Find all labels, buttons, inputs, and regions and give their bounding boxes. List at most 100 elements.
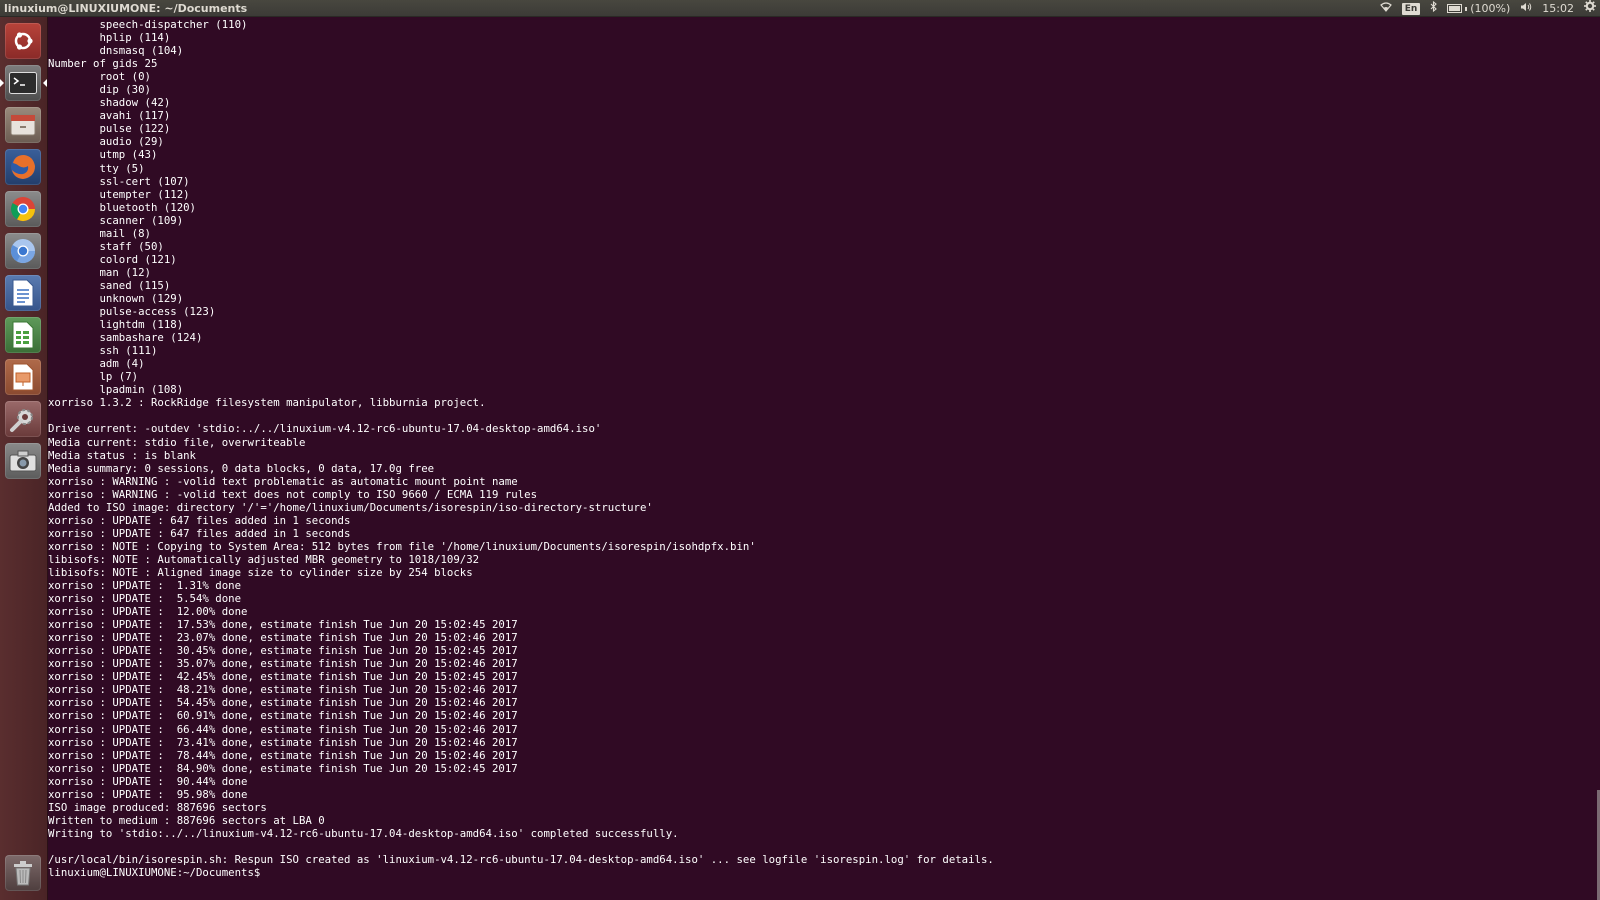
settings-launcher[interactable]: [5, 401, 41, 437]
dash-home-button[interactable]: [5, 23, 41, 59]
chromium-icon: [9, 237, 37, 265]
terminal-line: saned (115): [48, 278, 171, 292]
indicator-area: En (100%) 15:02: [1379, 0, 1596, 17]
terminal-line: xorriso : UPDATE : 12.00% done: [48, 605, 248, 619]
bluetooth-icon[interactable]: [1430, 0, 1438, 17]
battery-icon: [1447, 4, 1463, 13]
writer-launcher[interactable]: [5, 275, 41, 311]
impress-launcher[interactable]: [5, 359, 41, 395]
terminal-line: Media summary: 0 sessions, 0 data blocks…: [48, 461, 435, 475]
terminal-line: avahi (117): [48, 109, 171, 123]
terminal-line: Drive current: -outdev 'stdio:../../linu…: [48, 422, 602, 436]
terminal-line: Written to medium : 887696 sectors at LB…: [48, 813, 325, 827]
terminal-line: xorriso : UPDATE : 54.45% done, estimate…: [48, 696, 518, 710]
wifi-icon[interactable]: [1379, 0, 1392, 17]
volume-icon[interactable]: [1520, 0, 1532, 17]
terminal-line: lpadmin (108): [48, 383, 184, 397]
terminal-line: xorriso : NOTE : Copying to System Area:…: [48, 539, 756, 553]
terminal-line: lightdm (118): [48, 318, 184, 332]
terminal-line: Number of gids 25: [48, 57, 158, 71]
ubuntu-logo-icon: [10, 28, 36, 54]
terminal-line: xorriso : UPDATE : 78.44% done, estimate…: [48, 748, 518, 762]
terminal-line: man (12): [48, 265, 151, 279]
terminal-launcher[interactable]: [5, 65, 41, 101]
terminal-line: xorriso : UPDATE : 23.07% done, estimate…: [48, 631, 518, 645]
camera-launcher[interactable]: [5, 443, 41, 479]
terminal-line: ssh (111): [48, 344, 158, 358]
terminal-line: adm (4): [48, 357, 145, 371]
top-panel: linuxium@LINUXIUMONE: ~/Documents En (10…: [0, 0, 1600, 17]
terminal-line: Media status : is blank: [48, 448, 196, 462]
battery-indicator[interactable]: (100%): [1447, 0, 1510, 17]
terminal-line: utmp (43): [48, 148, 158, 162]
terminal-line: root (0): [48, 70, 151, 84]
terminal-line: xorriso : UPDATE : 35.07% done, estimate…: [48, 657, 518, 671]
terminal-line: xorriso : UPDATE : 60.91% done, estimate…: [48, 709, 518, 723]
camera-icon: [9, 449, 37, 473]
terminal-line: xorriso : UPDATE : 84.90% done, estimate…: [48, 761, 518, 775]
firefox-launcher[interactable]: [5, 149, 41, 185]
chrome-launcher[interactable]: [5, 191, 41, 227]
window-title: linuxium@LINUXIUMONE: ~/Documents: [4, 2, 248, 15]
terminal-line: xorriso : UPDATE : 17.53% done, estimate…: [48, 618, 518, 632]
terminal-line: speech-dispatcher (110): [48, 18, 248, 31]
terminal-icon: [9, 72, 37, 94]
terminal-line: Writing to 'stdio:../../linuxium-v4.12-r…: [48, 826, 679, 840]
terminal-text: speech-dispatcher (110) hplip (114) dnsm…: [48, 18, 1592, 879]
clock[interactable]: 15:02: [1542, 0, 1574, 17]
terminal-line: linuxium@LINUXIUMONE:~/Documents$: [48, 866, 267, 880]
battery-tip: [1465, 6, 1468, 11]
terminal-line: xorriso : UPDATE : 66.44% done, estimate…: [48, 722, 518, 736]
terminal-line: xorriso : UPDATE : 5.54% done: [48, 592, 242, 606]
terminal-line: hplip (114): [48, 31, 171, 45]
terminal-output[interactable]: speech-dispatcher (110) hplip (114) dnsm…: [48, 18, 1592, 900]
terminal-line: xorriso 1.3.2 : RockRidge filesystem man…: [48, 396, 486, 410]
file-cabinet-icon: [10, 113, 36, 137]
terminal-line: xorriso : UPDATE : 647 files added in 1 …: [48, 513, 351, 527]
chrome-icon: [9, 195, 37, 223]
keyboard-layout-indicator[interactable]: En: [1401, 2, 1421, 15]
spreadsheet-icon: [11, 321, 35, 349]
terminal-line: ISO image produced: 887696 sectors: [48, 800, 267, 814]
terminal-line: mail (8): [48, 226, 151, 240]
trash-icon: [12, 860, 34, 886]
trash-launcher[interactable]: [5, 855, 41, 891]
battery-level-fill: [1449, 6, 1461, 11]
terminal-line: sambashare (124): [48, 331, 203, 345]
terminal-line: xorriso : UPDATE : 42.45% done, estimate…: [48, 670, 518, 684]
terminal-line: xorriso : UPDATE : 30.45% done, estimate…: [48, 644, 518, 658]
terminal-line: xorriso : WARNING : -volid text does not…: [48, 487, 538, 501]
terminal-line: utempter (112): [48, 187, 190, 201]
wrench-gear-icon: [9, 405, 37, 433]
presentation-icon: [11, 363, 35, 391]
terminal-line: libisofs: NOTE : Aligned image size to c…: [48, 565, 473, 579]
battery-percent: (100%): [1470, 2, 1511, 15]
terminal-line: Media current: stdio file, overwriteable: [48, 435, 306, 449]
calc-launcher[interactable]: [5, 317, 41, 353]
terminal-line: Added to ISO image: directory '/'='/home…: [48, 500, 653, 514]
terminal-line: shadow (42): [48, 96, 171, 110]
gear-icon[interactable]: [1584, 0, 1596, 17]
terminal-line: bluetooth (120): [48, 200, 196, 214]
unity-launcher: [0, 17, 48, 900]
terminal-line: audio (29): [48, 135, 164, 149]
terminal-line: xorriso : UPDATE : 48.21% done, estimate…: [48, 683, 518, 697]
terminal-line: pulse-access (123): [48, 305, 216, 319]
terminal-line: dip (30): [48, 83, 151, 97]
terminal-line: libisofs: NOTE : Automatically adjusted …: [48, 552, 480, 566]
files-launcher[interactable]: [5, 107, 41, 143]
terminal-scrollbar[interactable]: [1594, 18, 1600, 900]
terminal-line: /usr/local/bin/isorespin.sh: Respun ISO …: [48, 853, 994, 866]
terminal-line: colord (121): [48, 252, 177, 266]
terminal-line: staff (50): [48, 239, 164, 253]
terminal-line: lp (7): [48, 370, 139, 384]
chromium-launcher[interactable]: [5, 233, 41, 269]
terminal-line: scanner (109): [48, 213, 184, 227]
terminal-line: xorriso : UPDATE : 95.98% done: [48, 787, 248, 801]
terminal-line: xorriso : UPDATE : 73.41% done, estimate…: [48, 735, 518, 749]
firefox-icon: [9, 153, 37, 181]
terminal-line: ssl-cert (107): [48, 174, 190, 188]
active-indicator-left: [0, 79, 4, 87]
terminal-line: xorriso : UPDATE : 647 files added in 1 …: [48, 526, 351, 540]
